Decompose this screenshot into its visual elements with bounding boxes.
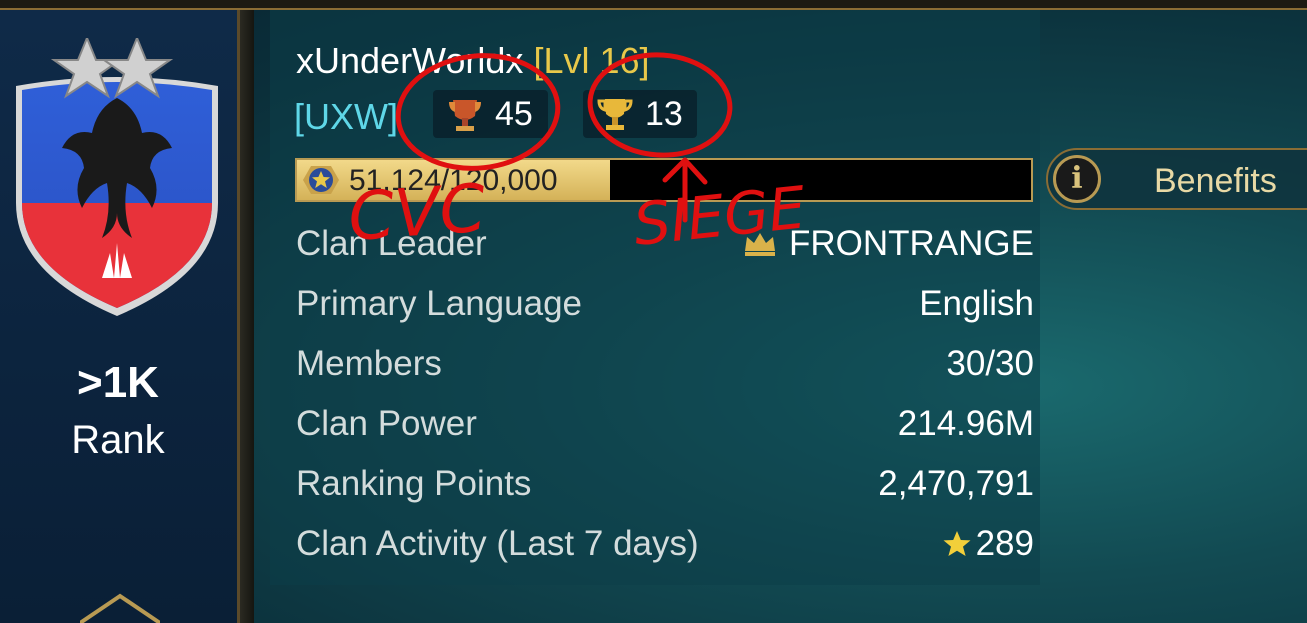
siege-trophy-icon: [597, 99, 633, 130]
clan-leader-name: FRONTRANGE: [789, 224, 1034, 263]
stat-label: Clan Activity (Last 7 days): [296, 524, 699, 563]
stat-value: 289: [942, 524, 1034, 564]
stat-row-ranking-points: Ranking Points 2,470,791: [296, 464, 1034, 514]
rank-label: Rank: [71, 418, 165, 462]
crown-icon: [745, 233, 775, 256]
rank-value: >1K: [77, 358, 159, 407]
siege-badge[interactable]: 13: [583, 90, 697, 138]
benefits-label: Benefits: [1154, 162, 1277, 200]
clan-tag: [UXW]: [294, 96, 398, 137]
rank-medal-icon: [303, 166, 339, 194]
stat-label: Primary Language: [296, 284, 582, 323]
stat-row-language: Primary Language English: [296, 284, 1034, 334]
siege-count: 13: [645, 94, 683, 133]
star-icon: [943, 531, 971, 556]
stat-label: Clan Leader: [296, 224, 487, 263]
stat-value[interactable]: FRONTRANGE: [743, 224, 1034, 264]
stat-row-members: Members 30/30: [296, 344, 1034, 394]
stat-row-clan-leader: Clan Leader FRONTRANGE: [296, 224, 1034, 274]
stat-label: Members: [296, 344, 442, 383]
clan-level: [Lvl 16]: [533, 40, 650, 81]
top-border: [0, 0, 1307, 10]
stat-value: 30/30: [946, 344, 1034, 383]
stat-row-clan-activity: Clan Activity (Last 7 days) 289: [296, 524, 1034, 574]
stat-value: 2,470,791: [878, 464, 1034, 503]
benefits-button[interactable]: i Benefits: [1046, 148, 1307, 210]
banner-edge: [240, 10, 254, 623]
clan-name-line: xUnderWorldx [Lvl 16]: [296, 40, 650, 82]
clan-xp-progress: 51,124/120,000: [295, 158, 1033, 202]
cvc-count: 45: [495, 94, 533, 133]
clan-name: xUnderWorldx: [296, 40, 524, 81]
stat-label: Clan Power: [296, 404, 477, 443]
clan-emblem-icon[interactable]: [12, 38, 222, 323]
stat-row-clan-power: Clan Power 214.96M: [296, 404, 1034, 454]
stat-value: 214.96M: [897, 404, 1034, 443]
stat-value: English: [919, 284, 1034, 323]
cvc-badge[interactable]: 45: [433, 90, 548, 138]
cvc-trophy-icon: [449, 100, 481, 131]
stat-label: Ranking Points: [296, 464, 532, 503]
progress-text: 51,124/120,000: [349, 164, 558, 197]
banner-ornament-icon: [80, 593, 160, 623]
info-icon: i: [1053, 155, 1101, 203]
clan-activity-value: 289: [975, 524, 1034, 563]
